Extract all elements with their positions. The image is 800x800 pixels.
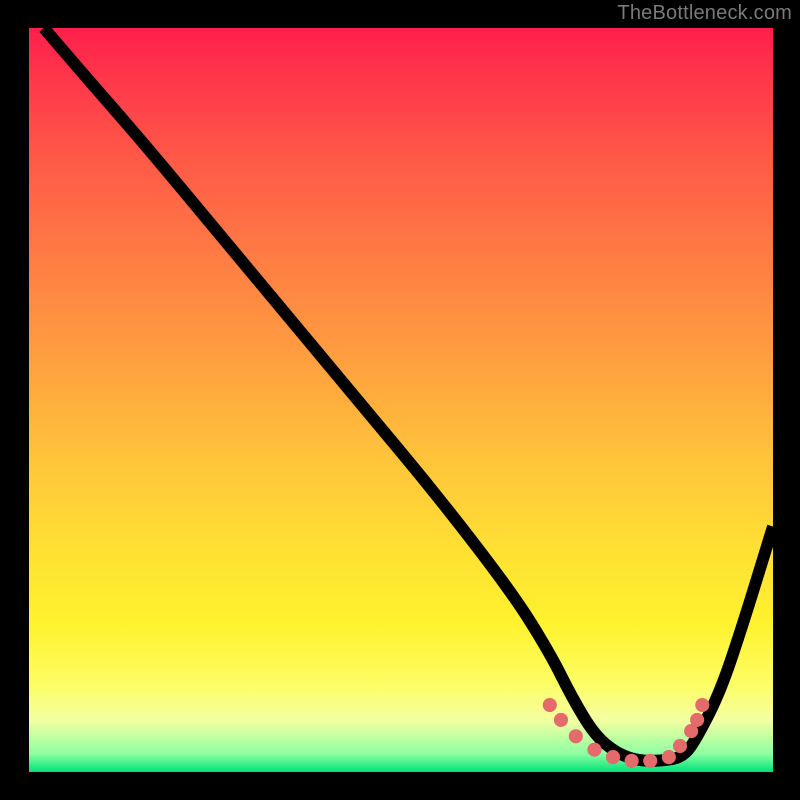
highlight-dot	[662, 750, 676, 764]
highlight-dot	[543, 698, 557, 712]
highlight-dot	[695, 698, 709, 712]
highlight-dot	[587, 743, 601, 757]
highlight-dot	[625, 754, 639, 768]
highlight-dot	[673, 739, 687, 753]
highlight-dot	[690, 713, 704, 727]
chart-frame: TheBottleneck.com	[0, 0, 800, 800]
highlight-dot	[643, 754, 657, 768]
watermark-text: TheBottleneck.com	[617, 2, 792, 25]
chart-svg-overlay	[29, 28, 773, 772]
highlight-dot	[569, 729, 583, 743]
highlight-dot	[554, 713, 568, 727]
bottleneck-curve	[44, 28, 773, 761]
highlight-dot	[606, 750, 620, 764]
